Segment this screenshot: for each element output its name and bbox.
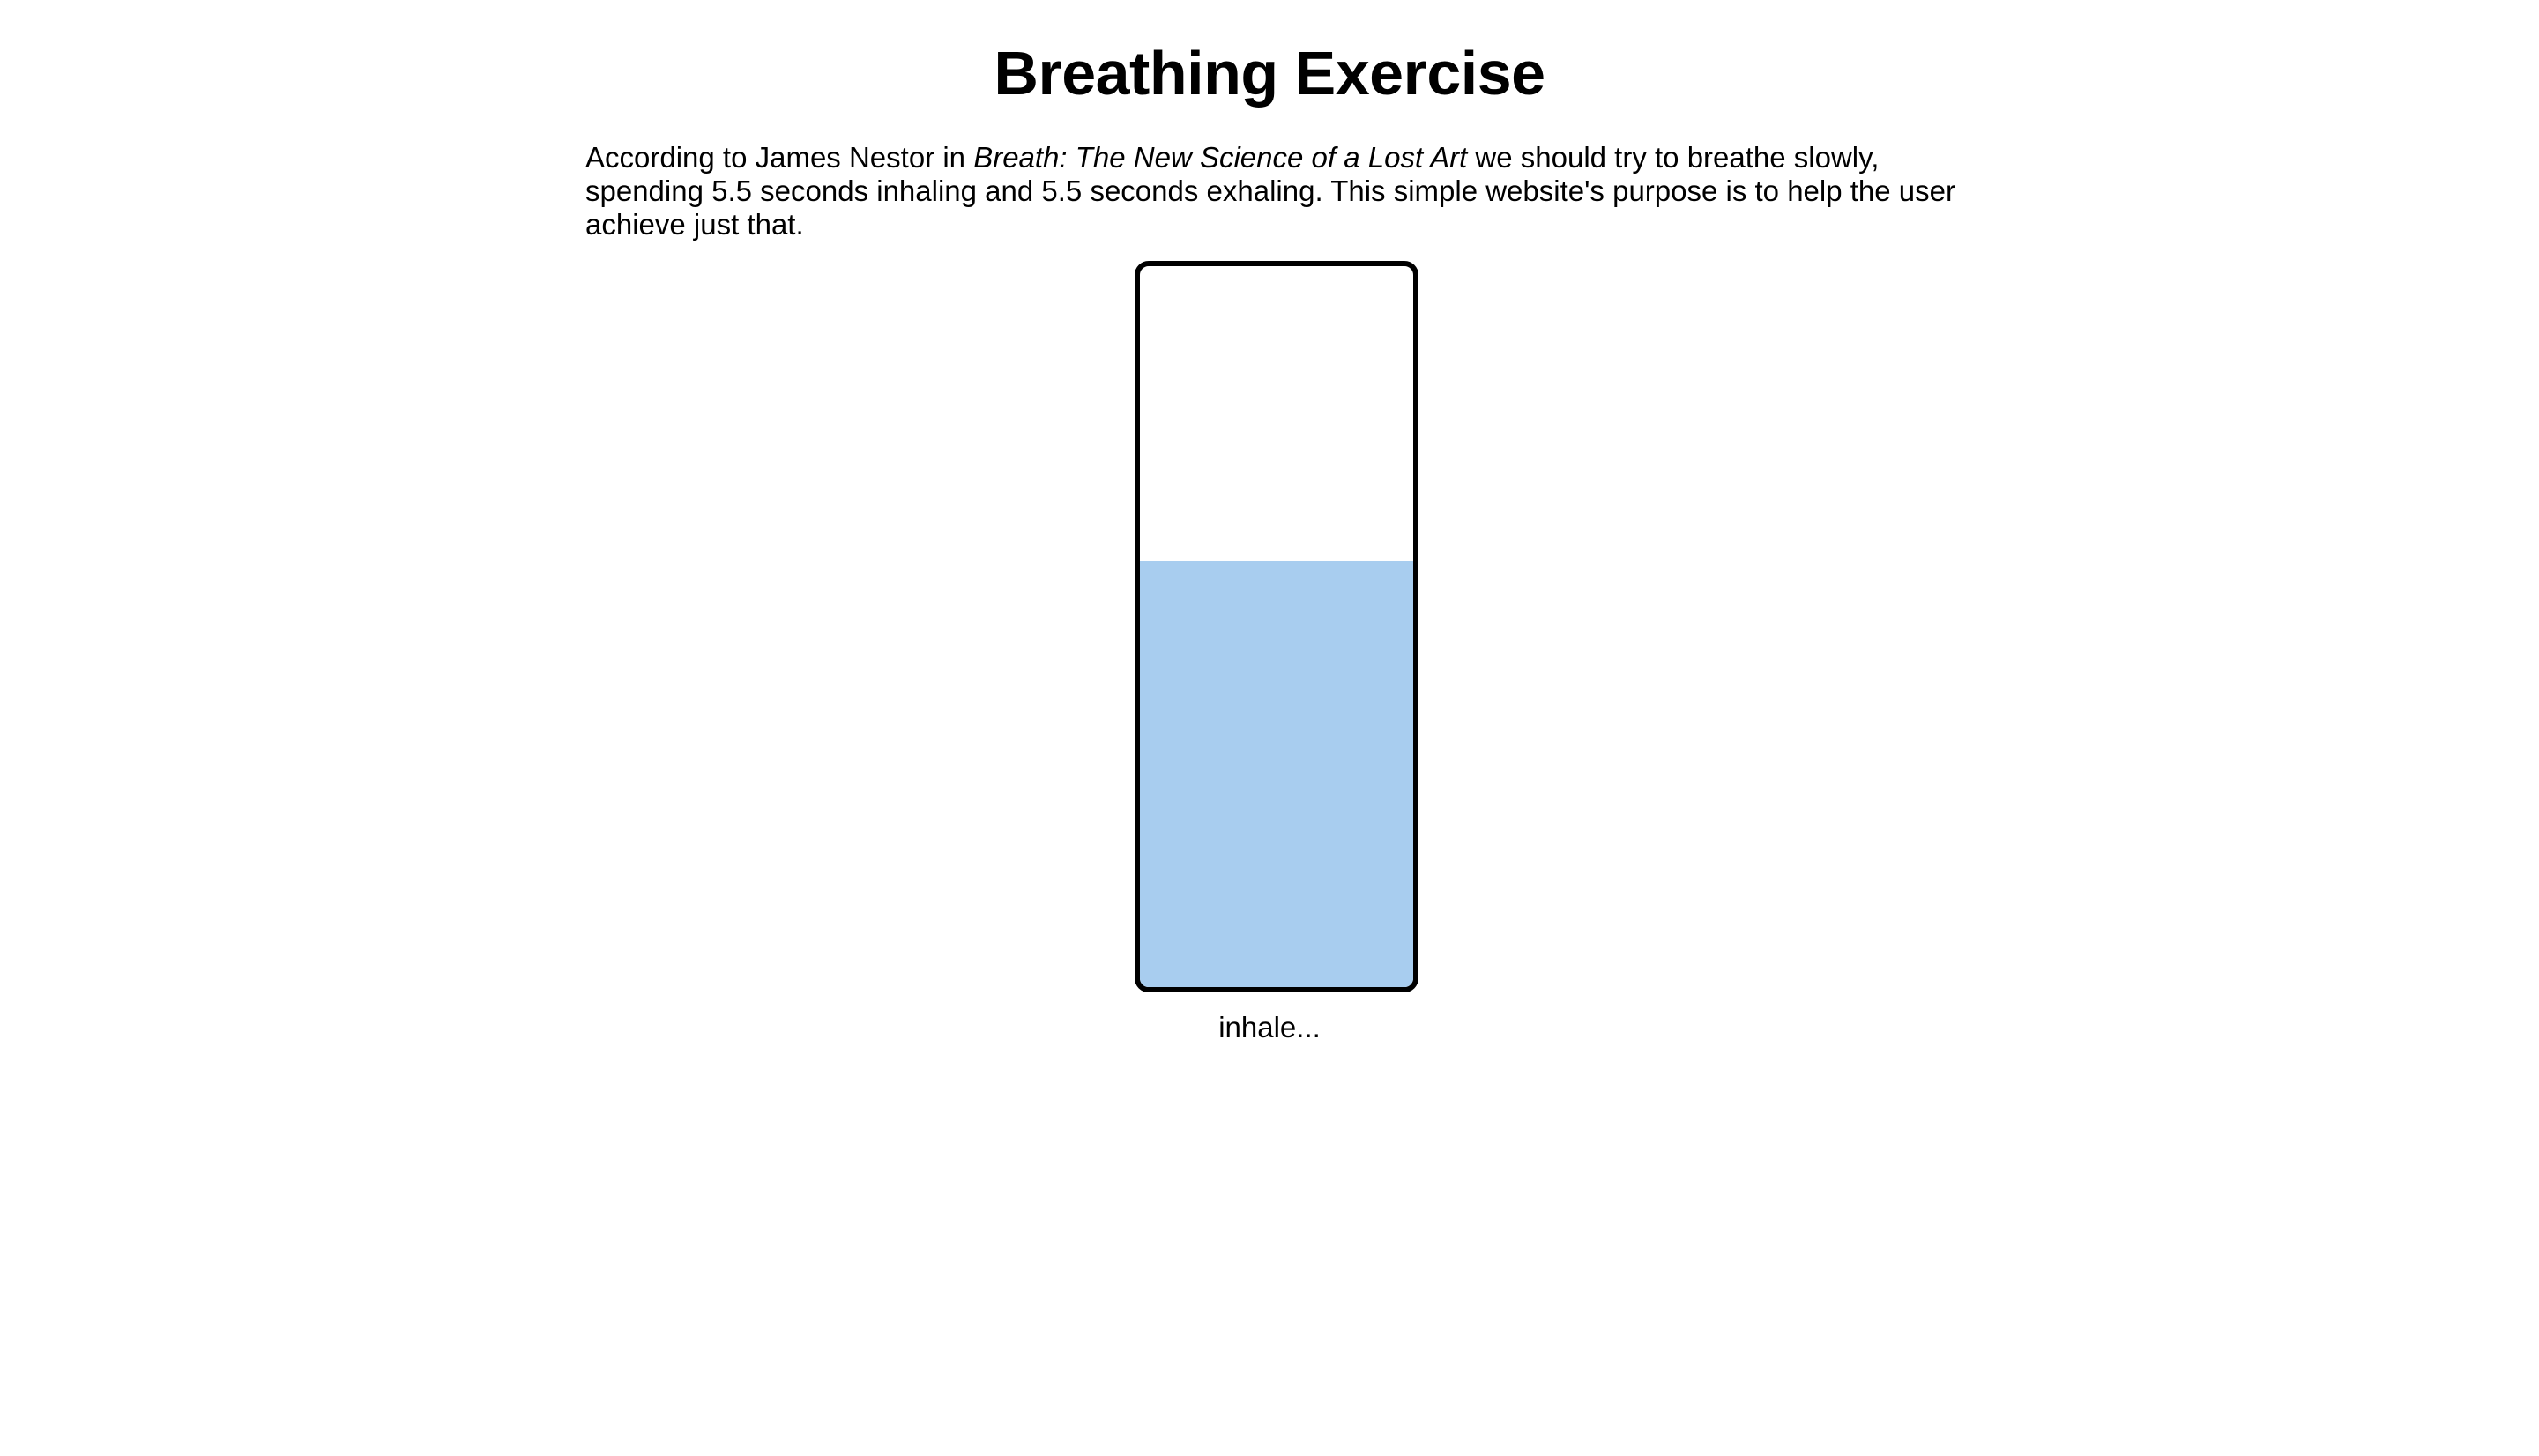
page-title: Breathing Exercise	[994, 39, 1545, 108]
book-title: Breath: The New Science of a Lost Art	[973, 141, 1468, 174]
intro-text-before: According to James Nestor in	[585, 141, 974, 174]
breath-meter	[1135, 261, 1418, 992]
intro-paragraph: According to James Nestor in Breath: The…	[585, 141, 1978, 241]
breath-meter-fill	[1140, 561, 1413, 987]
breath-status-label: inhale...	[1218, 1011, 1321, 1044]
breathing-page: Breathing Exercise According to James Ne…	[0, 0, 2539, 1456]
